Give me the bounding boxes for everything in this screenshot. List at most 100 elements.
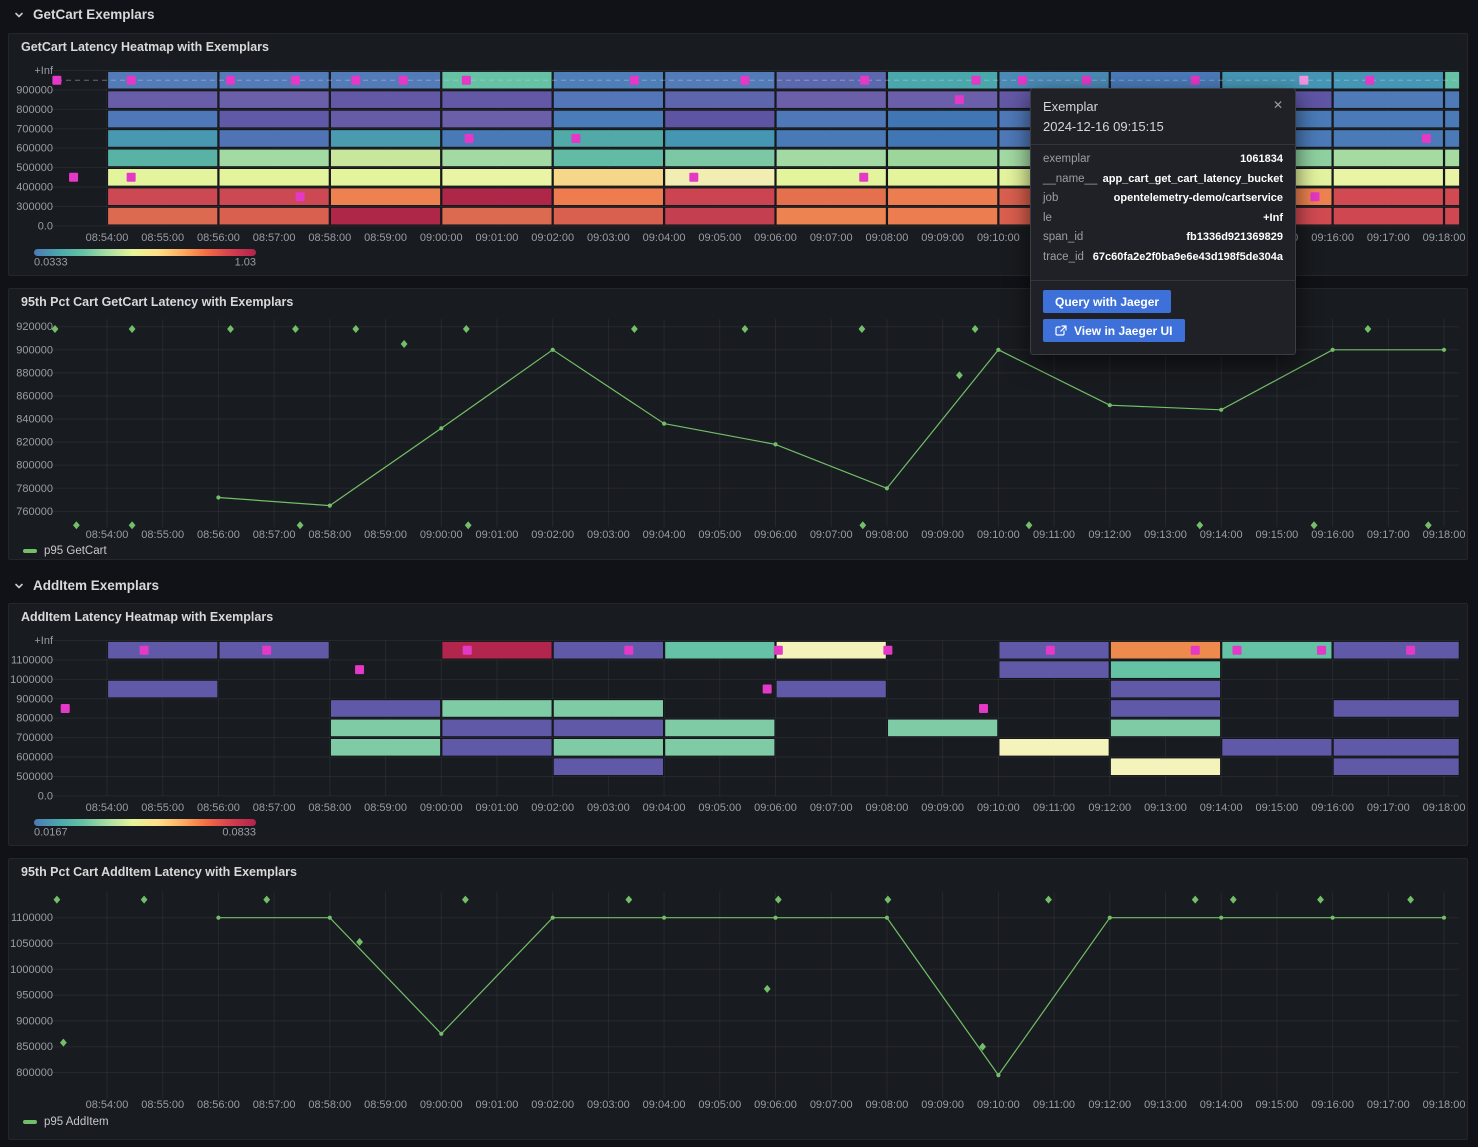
exemplar-marker[interactable] (1422, 134, 1431, 143)
heatmap-cell[interactable] (665, 739, 775, 757)
heatmap-cell[interactable] (108, 110, 218, 128)
heatmap-cell[interactable] (108, 641, 218, 659)
exemplar-marker[interactable] (630, 76, 639, 85)
exemplar-diamond[interactable] (1311, 521, 1318, 529)
exemplar-marker[interactable] (624, 646, 633, 655)
exemplar-marker[interactable] (571, 134, 580, 143)
heatmap-cell[interactable] (776, 149, 886, 167)
heatmap-cell[interactable] (108, 130, 218, 148)
heatmap-cell[interactable] (776, 130, 886, 148)
heatmap-cell[interactable] (776, 188, 886, 206)
exemplar-marker[interactable] (979, 704, 988, 713)
exemplar-diamond[interactable] (73, 521, 80, 529)
heatmap-cell[interactable] (1110, 758, 1220, 776)
heatmap-cell[interactable] (1333, 739, 1459, 757)
exemplar-marker[interactable] (351, 76, 360, 85)
series-point[interactable] (1108, 403, 1112, 407)
exemplar-marker[interactable] (296, 192, 305, 201)
heatmap-cell[interactable] (442, 91, 552, 109)
heatmap-cell[interactable] (1445, 207, 1460, 225)
heatmap-cell[interactable] (999, 739, 1109, 757)
exemplar-marker[interactable] (774, 646, 783, 655)
heatmap-cell[interactable] (665, 207, 775, 225)
exemplar-marker[interactable] (1317, 646, 1326, 655)
exemplar-marker[interactable] (465, 134, 474, 143)
heatmap-cell[interactable] (776, 91, 886, 109)
exemplar-diamond[interactable] (1407, 896, 1414, 904)
exemplar-marker[interactable] (355, 665, 364, 674)
query-with-jaeger-button[interactable]: Query with Jaeger (1043, 290, 1171, 313)
heatmap-cell[interactable] (553, 700, 663, 718)
heatmap-cell[interactable] (1333, 169, 1443, 187)
heatmap-cell[interactable] (888, 130, 998, 148)
heatmap-cell[interactable] (1445, 110, 1460, 128)
series-point[interactable] (551, 348, 555, 352)
series-point[interactable] (1442, 348, 1446, 352)
exemplar-diamond[interactable] (297, 521, 304, 529)
exemplar-marker[interactable] (1046, 646, 1055, 655)
heatmap-cell[interactable] (553, 91, 663, 109)
heatmap-cell[interactable] (1333, 641, 1459, 659)
heatmap-cell[interactable] (108, 680, 218, 698)
heatmap-cell[interactable] (330, 207, 440, 225)
heatmap-cell[interactable] (888, 188, 998, 206)
heatmap-cell[interactable] (1110, 719, 1220, 737)
exemplar-diamond[interactable] (885, 896, 892, 904)
series-point[interactable] (439, 426, 443, 430)
exemplar-marker[interactable] (1232, 646, 1241, 655)
series-point[interactable] (1331, 348, 1335, 352)
heatmap-cell[interactable] (442, 110, 552, 128)
exemplar-marker[interactable] (463, 646, 472, 655)
heatmap-cell[interactable] (888, 149, 998, 167)
heatmap-cell[interactable] (999, 661, 1109, 679)
exemplar-diamond[interactable] (1196, 521, 1203, 529)
heatmap-cell[interactable] (108, 91, 218, 109)
exemplar-diamond[interactable] (401, 340, 408, 348)
heatmap-cell[interactable] (1110, 661, 1220, 679)
heatmap-cell[interactable] (442, 188, 552, 206)
exemplar-marker[interactable] (262, 646, 271, 655)
additem-heatmap-canvas[interactable]: +Inf110000010000009000008000007000006000… (9, 604, 1467, 845)
heatmap-cell[interactable] (665, 91, 775, 109)
heatmap-cell[interactable] (1333, 149, 1443, 167)
exemplar-diamond[interactable] (141, 896, 148, 904)
series-point[interactable] (216, 495, 220, 499)
heatmap-cell[interactable] (553, 188, 663, 206)
heatmap-cell[interactable] (219, 149, 329, 167)
exemplar-marker[interactable] (399, 76, 408, 85)
heatmap-cell[interactable] (665, 188, 775, 206)
exemplar-marker[interactable] (61, 704, 70, 713)
heatmap-cell[interactable] (330, 188, 440, 206)
exemplar-diamond[interactable] (54, 896, 61, 904)
heatmap-cell[interactable] (1445, 91, 1460, 109)
heatmap-cell[interactable] (776, 207, 886, 225)
exemplar-marker[interactable] (883, 646, 892, 655)
series-point[interactable] (1108, 916, 1112, 920)
exemplar-diamond[interactable] (462, 896, 469, 904)
heatmap-cell[interactable] (442, 700, 552, 718)
heatmap-cell[interactable] (330, 130, 440, 148)
additem-latency-canvas[interactable]: 1100000105000010000009500009000008500008… (9, 859, 1467, 1117)
exemplar-marker[interactable] (763, 685, 772, 694)
series-point[interactable] (996, 348, 1000, 352)
heatmap-cell[interactable] (888, 207, 998, 225)
view-in-jaeger-ui-button[interactable]: View in Jaeger UI (1043, 319, 1185, 342)
exemplar-marker[interactable] (226, 76, 235, 85)
heatmap-cell[interactable] (442, 719, 552, 737)
exemplar-marker[interactable] (859, 173, 868, 182)
heatmap-cell[interactable] (553, 719, 663, 737)
heatmap-cell[interactable] (1333, 110, 1443, 128)
exemplar-marker[interactable] (291, 76, 300, 85)
exemplar-marker[interactable] (972, 76, 981, 85)
heatmap-cell[interactable] (442, 207, 552, 225)
heatmap-cell[interactable] (330, 91, 440, 109)
heatmap-cell[interactable] (219, 91, 329, 109)
heatmap-cell[interactable] (330, 739, 440, 757)
heatmap-cell[interactable] (330, 149, 440, 167)
exemplar-diamond[interactable] (1425, 521, 1432, 529)
series-point[interactable] (1331, 916, 1335, 920)
heatmap-cell[interactable] (665, 130, 775, 148)
exemplar-marker[interactable] (69, 173, 78, 182)
series-point[interactable] (1219, 408, 1223, 412)
exemplar-marker[interactable] (1191, 646, 1200, 655)
